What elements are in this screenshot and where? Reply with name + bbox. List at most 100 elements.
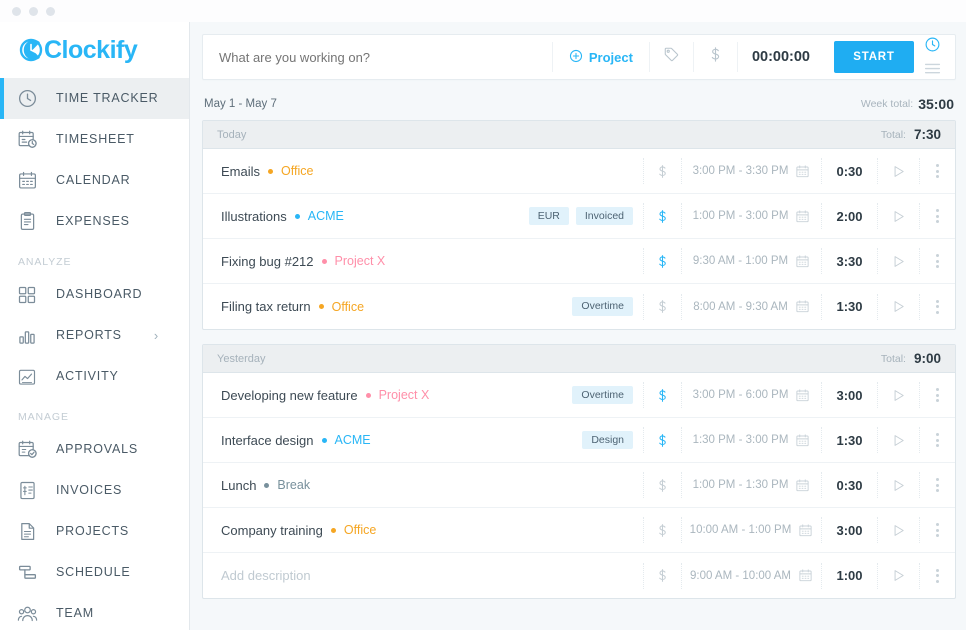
entry-time-range[interactable]: 10:00 AM - 1:00 PM — [681, 517, 821, 543]
entry-description[interactable]: Interface design ACME — [203, 433, 371, 448]
entry-play-button[interactable] — [877, 517, 919, 543]
time-entry-row[interactable]: Emails Office 3:00 PM - 3:30 PM 0:30 — [203, 149, 955, 194]
entry-play-button[interactable] — [877, 427, 919, 453]
tag-chip[interactable]: Design — [582, 430, 633, 450]
entry-description-text[interactable]: Developing new feature — [221, 388, 358, 403]
entry-play-button[interactable] — [877, 158, 919, 184]
sidebar-item-timesheet[interactable]: TIMESHEET — [0, 119, 189, 160]
time-entry-row[interactable]: Filing tax return Office Overtime 8:00 AM -… — [203, 284, 955, 329]
entry-duration[interactable]: 0:30 — [821, 472, 877, 498]
entry-description[interactable]: Emails Office — [203, 164, 313, 179]
entry-billable-toggle[interactable] — [643, 562, 681, 589]
sidebar-item-schedule[interactable]: SCHEDULE — [0, 552, 189, 593]
entry-time-range[interactable]: 1:00 PM - 3:00 PM — [681, 203, 821, 229]
entry-time-range[interactable]: 9:30 AM - 1:00 PM — [681, 248, 821, 274]
entry-duration[interactable]: 3:00 — [821, 517, 877, 543]
entry-play-button[interactable] — [877, 382, 919, 408]
entry-description-text[interactable]: Company training — [221, 523, 323, 538]
tag-chip[interactable]: Invoiced — [575, 206, 633, 226]
sidebar-item-approvals[interactable]: APPROVALS — [0, 429, 189, 470]
entry-project-name[interactable]: ACME — [308, 209, 344, 223]
entry-play-button[interactable] — [877, 293, 919, 320]
chevron-right-icon[interactable]: › — [154, 328, 159, 343]
time-entry-row[interactable]: Company training Office 10:00 AM - 1:00 PM… — [203, 508, 955, 553]
calendar-icon[interactable] — [795, 478, 810, 493]
timer-mode-toggle[interactable] — [924, 36, 955, 79]
entry-description-text[interactable]: Add description — [221, 568, 311, 583]
entry-play-button[interactable] — [877, 562, 919, 589]
entry-description[interactable]: Developing new feature Project X — [203, 388, 429, 403]
window-close-dot[interactable] — [12, 6, 21, 16]
time-entry-row[interactable]: Illustrations ACME EUR Invoiced 1:00 PM - 3:… — [203, 194, 955, 239]
calendar-icon[interactable] — [798, 568, 813, 583]
timer-billable-button[interactable] — [692, 42, 737, 72]
entry-description-text[interactable]: Filing tax return — [221, 299, 311, 314]
entry-time-range[interactable]: 8:00 AM - 9:30 AM — [681, 293, 821, 320]
window-minimize-dot[interactable] — [29, 6, 38, 16]
entry-play-button[interactable] — [877, 203, 919, 229]
sidebar-item-projects[interactable]: PROJECTS — [0, 511, 189, 552]
entry-duration[interactable]: 3:30 — [821, 248, 877, 274]
calendar-icon[interactable] — [795, 433, 810, 448]
entry-billable-toggle[interactable] — [643, 248, 681, 274]
entry-description-text[interactable]: Interface design — [221, 433, 314, 448]
entry-time-range[interactable]: 3:00 PM - 3:30 PM — [681, 158, 821, 184]
entry-kebab-menu[interactable] — [919, 293, 955, 320]
entry-duration[interactable]: 1:00 — [821, 562, 877, 589]
entry-time-range[interactable]: 3:00 PM - 6:00 PM — [681, 382, 821, 408]
entry-kebab-menu[interactable] — [919, 427, 955, 453]
entry-description[interactable]: Add description — [203, 568, 311, 583]
entry-time-range[interactable]: 9:00 AM - 10:00 AM — [681, 562, 821, 589]
entry-description-text[interactable]: Fixing bug #212 — [221, 254, 314, 269]
tag-chip[interactable]: Overtime — [572, 385, 633, 405]
app-logo[interactable]: Clockify — [0, 22, 189, 78]
entry-billable-toggle[interactable] — [643, 203, 681, 229]
entry-duration[interactable]: 0:30 — [821, 158, 877, 184]
entry-kebab-menu[interactable] — [919, 472, 955, 498]
entry-billable-toggle[interactable] — [643, 293, 681, 320]
entry-kebab-menu[interactable] — [919, 248, 955, 274]
entry-project-name[interactable]: Project X — [379, 388, 430, 402]
entry-duration[interactable]: 1:30 — [821, 293, 877, 320]
tag-chip[interactable]: EUR — [528, 206, 569, 226]
calendar-icon[interactable] — [795, 299, 810, 314]
entry-project-name[interactable]: Break — [277, 478, 310, 492]
entry-billable-toggle[interactable] — [643, 158, 681, 184]
entry-kebab-menu[interactable] — [919, 562, 955, 589]
entry-description[interactable]: Filing tax return Office — [203, 299, 364, 314]
entry-project-name[interactable]: Office — [344, 523, 376, 537]
entry-play-button[interactable] — [877, 248, 919, 274]
timer-description-input[interactable] — [203, 49, 552, 65]
sidebar-item-team[interactable]: TEAM — [0, 593, 189, 630]
calendar-icon[interactable] — [795, 209, 810, 224]
entry-description-text[interactable]: Illustrations — [221, 209, 287, 224]
entry-billable-toggle[interactable] — [643, 517, 681, 543]
timer-project-selector[interactable]: Project — [551, 42, 649, 72]
sidebar-item-time-tracker[interactable]: TIME TRACKER — [0, 78, 189, 119]
calendar-icon[interactable] — [795, 388, 810, 403]
timer-elapsed[interactable]: 00:00:00 — [736, 42, 824, 72]
entry-play-button[interactable] — [877, 472, 919, 498]
calendar-icon[interactable] — [795, 254, 810, 269]
entry-duration[interactable]: 2:00 — [821, 203, 877, 229]
entry-time-range[interactable]: 1:30 PM - 3:00 PM — [681, 427, 821, 453]
entry-kebab-menu[interactable] — [919, 203, 955, 229]
tag-chip[interactable]: Overtime — [572, 297, 633, 316]
calendar-icon[interactable] — [795, 164, 810, 179]
sidebar-item-invoices[interactable]: INVOICES — [0, 470, 189, 511]
sidebar-item-activity[interactable]: ACTIVITY — [0, 356, 189, 397]
timer-tag-button[interactable] — [648, 42, 693, 72]
entry-description[interactable]: Illustrations ACME — [203, 209, 344, 224]
entry-billable-toggle[interactable] — [643, 427, 681, 453]
entry-kebab-menu[interactable] — [919, 517, 955, 543]
calendar-icon[interactable] — [798, 523, 813, 538]
entry-kebab-menu[interactable] — [919, 382, 955, 408]
entry-project-name[interactable]: Office — [281, 164, 313, 178]
entry-description[interactable]: Lunch Break — [203, 478, 310, 493]
time-entry-row[interactable]: Lunch Break 1:00 PM - 1:30 PM 0:30 — [203, 463, 955, 508]
entry-description-text[interactable]: Lunch — [221, 478, 256, 493]
entry-description[interactable]: Company training Office — [203, 523, 376, 538]
time-entry-row[interactable]: Add description 9:00 AM - 10:00 AM 1:00 — [203, 553, 955, 598]
entry-kebab-menu[interactable] — [919, 158, 955, 184]
start-timer-button[interactable]: START — [834, 41, 914, 73]
